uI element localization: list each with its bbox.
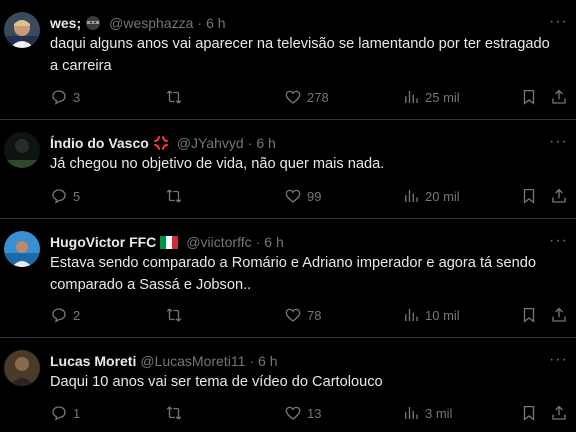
author-name[interactable]: HugoVictor FFC [50,233,156,251]
action-bar: 3 278 25 mil [50,88,570,108]
like-icon [285,90,301,104]
avatar[interactable] [4,350,40,386]
author-name[interactable]: Lucas Moreti [50,352,136,370]
bookmark-button[interactable] [520,187,538,205]
author-handle[interactable]: @viictorffc [186,233,251,251]
reply-button[interactable]: 3 [50,88,80,106]
like-icon [285,308,301,322]
tweet-text: Daqui 10 anos vai ser tema de vídeo do C… [50,374,383,390]
share-button[interactable] [550,88,568,106]
like-count: 99 [307,188,322,204]
like-icon [285,406,301,420]
bookmark-button[interactable] [520,88,538,106]
views-icon [405,190,418,202]
author-handle[interactable]: @wesphazza [109,14,193,32]
more-icon[interactable]: ··· [549,14,568,30]
tweet-text: Já chegou no objetivo de vida, não quer … [50,156,385,172]
timestamp[interactable]: 6 h [258,352,277,370]
author-handle[interactable]: @JYahvyd [177,134,244,152]
reply-icon [52,406,66,421]
more-icon[interactable]: ··· [549,233,568,249]
like-count: 13 [307,405,322,421]
like-count: 78 [307,307,322,323]
retweet-button[interactable] [165,88,188,106]
reply-count: 5 [73,188,81,204]
separator-dot: · [255,234,261,250]
italy-flag-icon [160,235,179,249]
separator-dot: · [249,353,255,369]
author-name[interactable]: Índio do Vasco [50,134,149,152]
reply-icon [52,90,66,105]
share-icon [552,307,566,322]
views-button[interactable]: 10 mil [402,306,460,324]
retweet-button[interactable] [165,306,188,324]
retweet-button[interactable] [165,187,188,205]
reply-icon [52,308,66,323]
views-button[interactable]: 3 mil [402,404,452,422]
retweet-icon [166,406,182,420]
avatar[interactable] [4,132,40,168]
tweet[interactable]: HugoVictor FFC @viictorffc · 6 h ··· Est… [0,219,576,338]
timestamp[interactable]: 6 h [256,134,275,152]
reply-count: 3 [73,89,81,105]
bookmark-button[interactable] [520,404,538,422]
bookmark-icon [523,89,535,105]
like-button[interactable]: 13 [284,404,321,422]
like-count: 278 [307,89,329,105]
separator-dot: · [197,15,203,31]
retweet-icon [166,189,182,203]
tweet-text: daqui alguns anos vai aparecer na televi… [50,36,550,74]
anger-symbol-icon [153,135,169,151]
avatar[interactable] [4,12,40,48]
action-bar: 1 13 3 mil [50,404,570,424]
views-icon [405,309,418,321]
like-button[interactable]: 78 [284,306,321,324]
retweet-button[interactable] [165,404,188,422]
action-bar: 5 99 20 mil [50,187,570,207]
reply-count: 1 [73,405,81,421]
reply-button[interactable]: 1 [50,404,80,422]
like-button[interactable]: 278 [284,88,329,106]
bookmark-icon [523,405,535,421]
views-count: 3 mil [425,405,453,421]
timestamp[interactable]: 6 h [264,233,283,251]
tweet-text: Estava sendo comparado a Romário e Adria… [50,255,536,293]
separator-dot: · [247,135,253,151]
views-icon [405,91,418,103]
bookmark-icon [523,188,535,204]
timestamp[interactable]: 6 h [206,14,225,32]
reply-count: 2 [73,307,81,323]
tweet[interactable]: Lucas Moreti @LucasMoreti11 · 6 h ··· Da… [0,338,576,432]
tweet[interactable]: Índio do Vasco @JYahvyd · 6 h ··· Já che… [0,120,576,219]
action-bar: 2 78 10 mil [50,306,570,326]
views-button[interactable]: 25 mil [402,88,460,106]
views-icon [405,407,418,419]
share-button[interactable] [550,404,568,422]
views-button[interactable]: 20 mil [402,187,460,205]
views-count: 20 mil [425,188,460,204]
reply-button[interactable]: 5 [50,187,80,205]
share-icon [552,405,566,420]
more-icon[interactable]: ··· [549,352,568,368]
share-button[interactable] [550,306,568,324]
share-icon [552,188,566,203]
more-icon[interactable]: ··· [549,134,568,150]
reply-button[interactable]: 2 [50,306,80,324]
like-icon [285,189,301,203]
reply-icon [52,189,66,204]
retweet-icon [166,308,182,322]
author-name[interactable]: wes; [50,14,81,32]
like-button[interactable]: 99 [284,187,321,205]
bookmark-icon [523,307,535,323]
author-handle[interactable]: @LucasMoreti11 [140,352,245,370]
tweet[interactable]: wes; @wesphazza · 6 h ··· daqui alguns a… [0,0,576,120]
share-icon [552,89,566,104]
views-count: 25 mil [425,89,460,105]
ninja-emoji-icon [85,15,101,31]
views-count: 10 mil [425,307,460,323]
bookmark-button[interactable] [520,306,538,324]
share-button[interactable] [550,187,568,205]
avatar[interactable] [4,231,40,267]
retweet-icon [166,90,182,104]
